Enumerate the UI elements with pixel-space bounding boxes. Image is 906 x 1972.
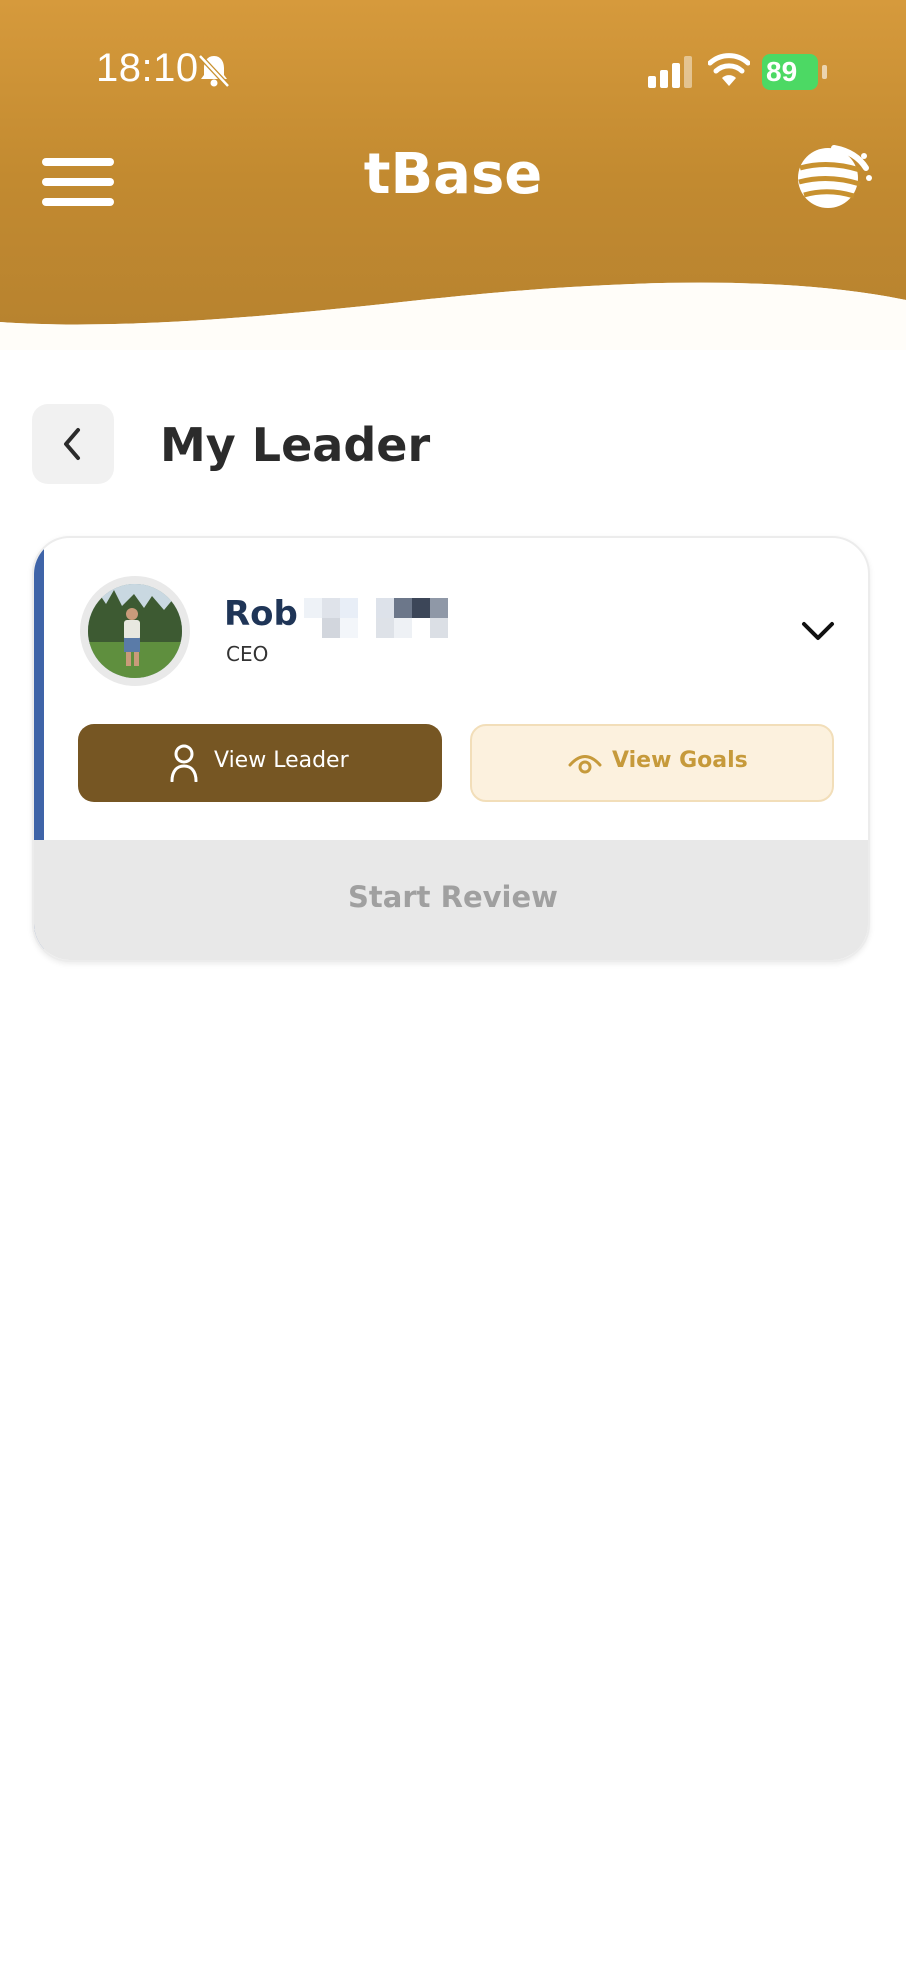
start-review-button[interactable]: Start Review — [34, 840, 868, 960]
leader-role: CEO — [226, 642, 269, 666]
view-leader-label: View Leader — [214, 748, 349, 773]
page-title: My Leader — [160, 418, 431, 472]
signal-icon — [648, 56, 692, 88]
wifi-icon — [708, 53, 750, 86]
chevron-down-icon[interactable] — [798, 616, 838, 646]
eye-icon — [568, 755, 602, 774]
view-goals-button[interactable]: View Goals — [470, 724, 834, 802]
avatar — [80, 576, 190, 686]
person-icon — [170, 744, 198, 782]
view-leader-button[interactable]: View Leader — [78, 724, 442, 802]
leader-card: Rob CEO View Leader View Goals Start Rev… — [32, 536, 870, 962]
chevron-left-icon — [64, 428, 80, 460]
app-title: tBase — [363, 142, 543, 207]
view-goals-label: View Goals — [612, 748, 748, 773]
redacted-surname — [304, 598, 448, 638]
battery-level: 89 — [766, 56, 798, 87]
start-review-label: Start Review — [348, 880, 558, 914]
status-time: 18:10 — [96, 46, 199, 90]
back-button[interactable] — [32, 404, 114, 484]
app-header: 18:10 89 tBase — [0, 0, 906, 350]
battery-icon: 89 — [762, 54, 828, 90]
globe-logo-icon[interactable] — [794, 138, 872, 216]
leader-name: Rob — [224, 594, 298, 634]
bell-slash-icon — [198, 54, 230, 88]
my-leader-screen: 18:10 89 tBase My Leader Rob CEO View Le… — [0, 0, 906, 1972]
